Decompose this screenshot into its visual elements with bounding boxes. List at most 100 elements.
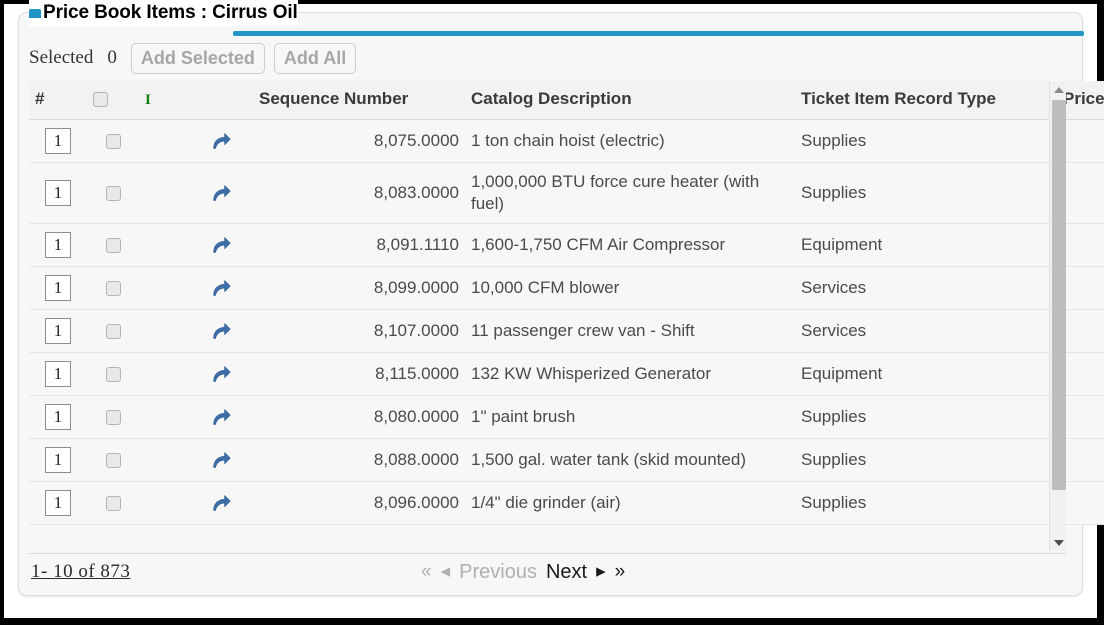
row-quantity-cell — [29, 395, 87, 439]
table-row[interactable]: 8,083.00001,000,000 BTU force cure heate… — [29, 162, 1104, 224]
cell-sequence-number: 8,088.0000 — [253, 438, 465, 482]
cell-ticket-item-record-type: Equipment — [795, 223, 1057, 267]
cell-catalog-description: 11 passenger crew van - Shift — [465, 309, 795, 353]
quantity-input[interactable] — [45, 490, 71, 516]
quantity-input[interactable] — [45, 447, 71, 473]
row-action-cell — [189, 223, 253, 267]
price-book-items-panel: Price Book Items : Cirrus Oil Selected 0… — [18, 0, 1104, 596]
row-quantity-cell — [29, 309, 87, 353]
previous-page-link[interactable]: Previous — [459, 561, 537, 584]
row-ibeam-cell — [139, 266, 189, 310]
row-quantity-cell — [29, 223, 87, 267]
price-book-items-table: # I Sequence Number Catalog Description … — [29, 81, 1104, 525]
grid-toolbar: Selected 0 Add Selected Add All — [29, 41, 365, 75]
record-range-label[interactable]: 1- 10 of 873 — [31, 561, 130, 583]
row-ibeam-cell — [139, 352, 189, 396]
row-ibeam-cell — [139, 438, 189, 482]
grid-vertical-scrollbar[interactable] — [1049, 81, 1066, 551]
chevron-down-icon — [1053, 539, 1064, 546]
row-ibeam-cell — [139, 223, 189, 267]
row-checkbox[interactable] — [105, 410, 121, 426]
items-grid-container: # I Sequence Number Catalog Description … — [29, 81, 1104, 551]
row-checkbox[interactable] — [105, 134, 121, 150]
row-action-cell — [189, 438, 253, 482]
column-header-row-number[interactable]: # — [29, 81, 87, 120]
row-checkbox[interactable] — [105, 496, 121, 512]
go-to-record-icon[interactable] — [210, 321, 232, 340]
row-quantity-cell — [29, 438, 87, 482]
go-to-record-icon[interactable] — [210, 450, 232, 469]
quantity-input[interactable] — [45, 318, 71, 344]
table-header: # I Sequence Number Catalog Description … — [29, 81, 1104, 120]
table-row[interactable]: 8,115.0000132 KW Whisperized GeneratorEq… — [29, 352, 1104, 396]
row-select-cell — [87, 438, 139, 482]
cell-sequence-number: 8,096.0000 — [253, 481, 465, 525]
go-to-record-icon[interactable] — [210, 278, 232, 297]
row-action-cell — [189, 162, 253, 224]
go-to-record-icon[interactable] — [210, 493, 232, 512]
scroll-up-button[interactable] — [1050, 81, 1067, 98]
grid-footer: 1- 10 of 873 « ◂ Previous Next ▸ » — [29, 553, 1066, 590]
row-action-cell — [189, 266, 253, 310]
column-header-sequence-number[interactable]: Sequence Number — [253, 81, 465, 120]
row-quantity-cell — [29, 481, 87, 525]
table-row[interactable]: 8,096.00001/4" die grinder (air)Supplies… — [29, 481, 1104, 525]
add-all-button[interactable]: Add All — [273, 42, 357, 74]
selected-count: 0 — [107, 47, 117, 68]
column-header-ibeam[interactable]: I — [139, 81, 189, 120]
table-row[interactable]: 8,075.00001 ton chain hoist (electric)Su… — [29, 119, 1104, 163]
quantity-input[interactable] — [45, 361, 71, 387]
screenshot-frame: Price Book Items : Cirrus Oil Selected 0… — [0, 0, 1104, 625]
last-page-icon[interactable]: » — [615, 562, 626, 582]
column-header-ticket-item-record-type[interactable]: Ticket Item Record Type — [795, 81, 1057, 120]
table-row[interactable]: 8,080.00001" paint brushSupplies0.87 — [29, 395, 1104, 439]
table-row[interactable]: 8,107.000011 passenger crew van - ShiftS… — [29, 309, 1104, 353]
row-ibeam-cell — [139, 119, 189, 163]
row-ibeam-cell — [139, 395, 189, 439]
row-quantity-cell — [29, 162, 87, 224]
go-to-record-icon[interactable] — [210, 364, 232, 383]
quantity-input[interactable] — [45, 404, 71, 430]
first-page-icon[interactable]: « — [421, 562, 432, 582]
table-row[interactable]: 8,088.00001,500 gal. water tank (skid mo… — [29, 438, 1104, 482]
table-row[interactable]: 8,091.11101,600-1,750 CFM Air Compressor… — [29, 223, 1104, 267]
cell-catalog-description: 1/4" die grinder (air) — [465, 481, 795, 525]
row-checkbox[interactable] — [105, 281, 121, 297]
cell-sequence-number: 8,107.0000 — [253, 309, 465, 353]
row-quantity-cell — [29, 119, 87, 163]
scroll-down-button[interactable] — [1050, 534, 1067, 551]
quantity-input[interactable] — [45, 232, 71, 258]
previous-page-icon[interactable]: ◂ — [441, 562, 451, 582]
row-checkbox[interactable] — [105, 186, 121, 202]
panel-legend: Price Book Items : Cirrus Oil — [29, 0, 298, 26]
quantity-input[interactable] — [45, 180, 71, 206]
row-checkbox[interactable] — [105, 324, 121, 340]
quantity-input[interactable] — [45, 275, 71, 301]
panel-collapse-marker-icon[interactable] — [29, 8, 41, 18]
table-row[interactable]: 8,099.000010,000 CFM blowerServices187.7… — [29, 266, 1104, 310]
go-to-record-icon[interactable] — [210, 235, 232, 254]
go-to-record-icon[interactable] — [210, 183, 232, 202]
add-selected-button[interactable]: Add Selected — [130, 42, 265, 74]
row-checkbox[interactable] — [105, 453, 121, 469]
selected-label: Selected — [29, 47, 94, 68]
next-page-link[interactable]: Next — [546, 561, 587, 584]
cell-catalog-description: 10,000 CFM blower — [465, 266, 795, 310]
go-to-record-icon[interactable] — [210, 407, 232, 426]
scrollbar-thumb[interactable] — [1052, 100, 1066, 490]
row-select-cell — [87, 266, 139, 310]
row-checkbox[interactable] — [105, 367, 121, 383]
row-checkbox[interactable] — [105, 238, 121, 254]
column-header-catalog-description[interactable]: Catalog Description — [465, 81, 795, 120]
column-header-action — [189, 81, 253, 120]
cell-sequence-number: 8,099.0000 — [253, 266, 465, 310]
next-page-icon[interactable]: ▸ — [596, 562, 606, 582]
cell-catalog-description: 1 ton chain hoist (electric) — [465, 119, 795, 163]
panel-title-rule — [233, 31, 1084, 36]
cell-ticket-item-record-type: Supplies — [795, 162, 1057, 224]
quantity-input[interactable] — [45, 128, 71, 154]
select-all-checkbox[interactable] — [93, 92, 108, 108]
column-header-select-all[interactable] — [87, 81, 139, 120]
go-to-record-icon[interactable] — [210, 131, 232, 150]
cell-ticket-item-record-type: Supplies — [795, 481, 1057, 525]
